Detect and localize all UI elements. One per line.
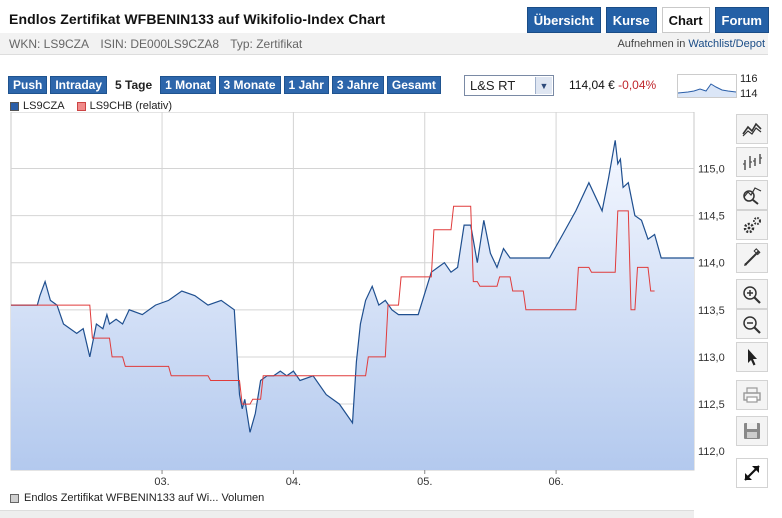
top-navigation: Übersicht Kurse Chart Forum [526,7,769,33]
tab-uebersicht[interactable]: Übersicht [526,7,601,33]
period-intraday-button[interactable]: Intraday [50,76,108,94]
draw-line-button[interactable] [736,243,768,273]
period-3-monate-button[interactable]: 3 Monate [218,76,281,94]
settings-button[interactable] [736,210,768,240]
watchlist-link[interactable]: Watchlist/Depot [688,38,765,50]
ohlc-chart-icon [743,154,762,170]
draw-line-icon [744,248,761,266]
mini-chart-low: 114 [740,88,758,100]
legend-swatch-relative [76,101,86,111]
y-tick-label: 112,5 [698,399,725,411]
identifiers: WKN: LS9CZA ISIN: DE000LS9CZA8 Typ: Zert… [9,37,310,51]
volume-swatch [10,493,19,503]
pointer-button[interactable] [736,342,768,372]
period-5-tage-button[interactable]: 5 Tage [110,76,158,94]
watchlist-prefix: Aufnehmen in [617,38,689,50]
type-label: Typ: Zertifikat [230,37,303,51]
zoom-in-button[interactable] [736,279,768,309]
mini-chart-high: 116 [740,73,758,85]
print-icon [743,387,761,403]
page-title: Endlos Zertifikat WFBENIN133 auf Wikifol… [9,11,386,27]
legend-item-ls9chb[interactable]: LS9CHB (relativ) [76,100,173,112]
mini-chart-graphic [677,83,737,97]
zoom-out-button[interactable] [736,309,768,339]
fullscreen-icon [744,465,760,481]
legend-label-relative: LS9CHB (relativ) [89,100,173,112]
isin-label: ISIN: DE000LS9CZA8 [100,37,220,51]
legend-item-ls9cza[interactable]: LS9CZA [10,100,65,112]
price-chart-svg: 112,0 112,5 113,0 113,5 114,0 114,5 115,0 03. 04… [10,111,725,488]
period-1-jahr-button[interactable]: 1 Jahr [283,76,329,94]
tab-kurse[interactable]: Kurse [605,7,657,33]
tab-forum[interactable]: Forum [714,7,769,33]
mini-chart[interactable] [677,74,737,98]
exchange-select[interactable]: L&S RT ▼ [464,75,554,96]
exchange-selected: L&S RT [470,78,516,93]
y-tick-label: 114,0 [698,258,725,270]
fullscreen-button[interactable] [736,458,768,488]
price-chart[interactable]: 112,0 112,5 113,0 113,5 114,0 114,5 115,0 03. 04… [0,111,732,488]
x-tick-label: 03. [154,476,169,486]
settings-icon [743,217,761,234]
zoom-out-icon [743,316,761,334]
indicator-button[interactable] [736,180,768,210]
legend-swatch-main [10,101,19,111]
period-1-monat-button[interactable]: 1 Monat [160,76,216,94]
y-tick-label: 112,0 [698,446,725,458]
y-tick-label: 113,0 [698,352,725,364]
horizontal-scrollbar[interactable] [0,510,694,518]
save-icon [744,423,760,439]
volume-label: Endlos Zertifikat WFBENIN133 auf Wi... V… [24,492,265,504]
chart-legend: LS9CZA LS9CHB (relativ) [10,100,172,112]
x-tick-label: 05. [417,476,432,486]
y-tick-label: 115,0 [698,164,725,176]
watchlist-area: Aufnehmen in Watchlist/Depot [617,38,765,50]
quote-price: 114,04 € [569,78,615,92]
ohlc-chart-button[interactable] [736,147,768,177]
y-tick-label: 114,5 [698,211,725,223]
pointer-icon [748,349,757,366]
quote-change: -0,04% [618,78,657,92]
save-button[interactable] [736,416,768,446]
line-chart-button[interactable] [736,114,768,144]
x-tick-label: 04. [286,476,301,486]
period-push-button[interactable]: Push [8,76,48,94]
tab-chart[interactable]: Chart [661,7,710,33]
wkn-label: WKN: LS9CZA [9,37,90,51]
quote: 114,04 € -0,04% [569,78,656,92]
zoom-in-icon [743,286,761,304]
period-gesamt-button[interactable]: Gesamt [386,76,441,94]
y-tick-label: 113,5 [698,305,725,317]
volume-legend: Endlos Zertifikat WFBENIN133 auf Wi... V… [10,492,264,504]
chevron-down-icon: ▼ [535,77,552,94]
x-tick-label: 06. [548,476,563,486]
print-button[interactable] [736,380,768,410]
period-3-jahre-button[interactable]: 3 Jahre [331,76,384,94]
legend-label-main: LS9CZA [23,100,65,112]
period-selector: Push Intraday 5 Tage 1 Monat 3 Monate 1 … [8,76,441,94]
line-chart-icon [742,122,762,137]
indicator-icon [743,187,762,205]
